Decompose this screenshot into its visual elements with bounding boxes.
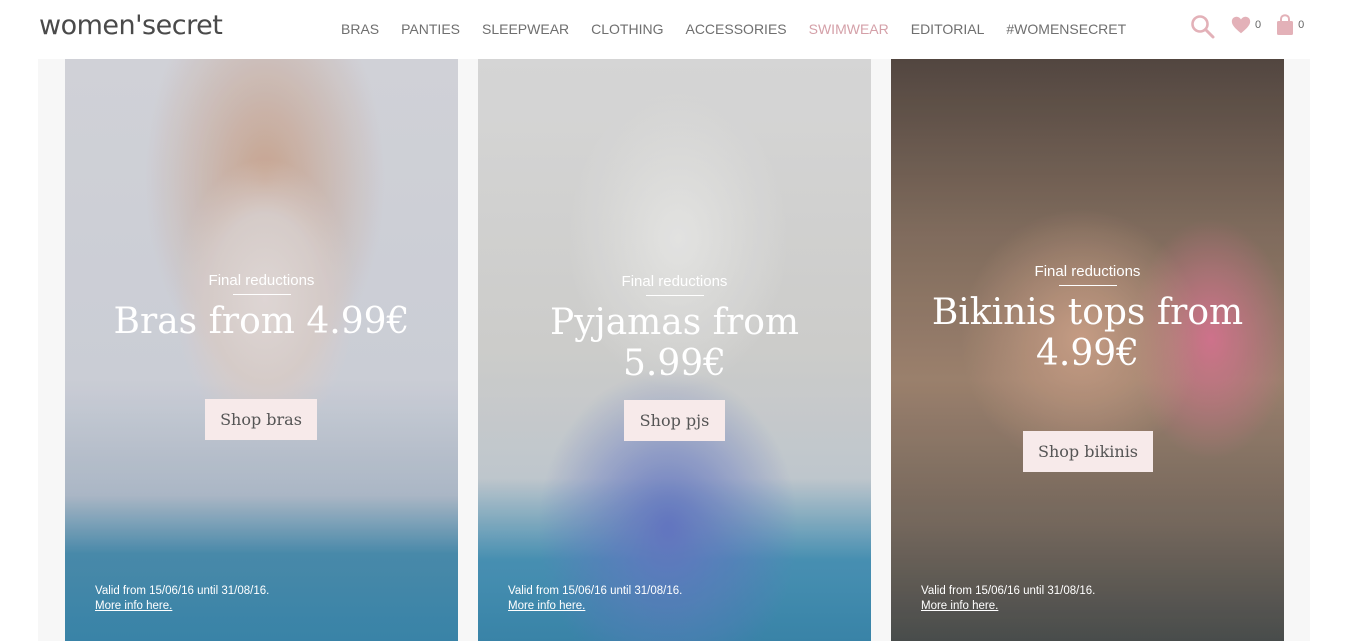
wishlist-count: 0 [1255,19,1262,31]
promo-eyebrow: Final reductions [621,273,728,290]
nav-item-womensecret[interactable]: #WOMENSECRET [1006,21,1126,37]
promo-headline: Bikinis tops from 4.99€ [931,292,1244,375]
search-icon [1190,14,1216,45]
validity-note: Valid from 15/06/16 until 31/08/16. More… [508,584,682,614]
site-logo[interactable]: women'secret [39,10,223,41]
promo-eyebrow: Final reductions [208,272,315,289]
validity-text: Valid from 15/06/16 until 31/08/16. [95,585,270,597]
divider [1058,285,1117,286]
nav-item-panties[interactable]: PANTIES [401,21,460,37]
shop-pjs-button[interactable]: Shop pjs [624,400,725,441]
shop-bikinis-button[interactable]: Shop bikinis [1023,431,1153,472]
bag-button[interactable]: 0 [1275,14,1304,41]
divider [232,294,291,295]
promo-card-bikinis: Final reductions Bikinis tops from 4.99€… [891,59,1284,641]
wishlist-button[interactable]: 0 [1230,14,1261,41]
more-info-link[interactable]: More info here. [508,599,682,614]
nav-item-clothing[interactable]: CLOTHING [591,21,663,37]
promo-card-pyjamas: Final reductions Pyjamas from 5.99€ Shop… [478,59,871,641]
more-info-link[interactable]: More info here. [921,599,1095,614]
site-header: women'secret BRAS PANTIES SLEEPWEAR CLOT… [0,0,1346,59]
heart-icon [1230,14,1252,41]
nav-item-swimwear[interactable]: SWIMWEAR [809,21,889,37]
promo-text: Final reductions Bikinis tops from 4.99€ [891,263,1284,375]
divider [645,295,704,296]
nav-item-accessories[interactable]: ACCESSORIES [685,21,786,37]
promo-eyebrow: Final reductions [1034,263,1141,280]
promo-headline: Pyjamas from 5.99€ [549,302,800,385]
header-icons: 0 0 [1190,14,1318,45]
validity-text: Valid from 15/06/16 until 31/08/16. [921,585,1096,597]
nav-item-sleepwear[interactable]: SLEEPWEAR [482,21,569,37]
more-info-link[interactable]: More info here. [95,599,269,614]
promo-text: Final reductions Pyjamas from 5.99€ [478,273,871,385]
promo-photo [65,59,458,641]
validity-note: Valid from 15/06/16 until 31/08/16. More… [921,584,1095,614]
nav-item-editorial[interactable]: EDITORIAL [911,21,985,37]
validity-text: Valid from 15/06/16 until 31/08/16. [508,585,683,597]
main-nav: BRAS PANTIES SLEEPWEAR CLOTHING ACCESSOR… [330,21,1137,37]
promo-card-bras: Final reductions Bras from 4.99€ Shop br… [65,59,458,641]
shop-bras-button[interactable]: Shop bras [205,399,317,440]
nav-item-bras[interactable]: BRAS [341,21,379,37]
promo-text: Final reductions Bras from 4.99€ [65,272,458,342]
bag-count: 0 [1298,19,1305,31]
promo-headline: Bras from 4.99€ [113,301,410,342]
validity-note: Valid from 15/06/16 until 31/08/16. More… [95,584,269,614]
bag-icon [1275,14,1295,41]
search-button[interactable] [1190,14,1216,45]
